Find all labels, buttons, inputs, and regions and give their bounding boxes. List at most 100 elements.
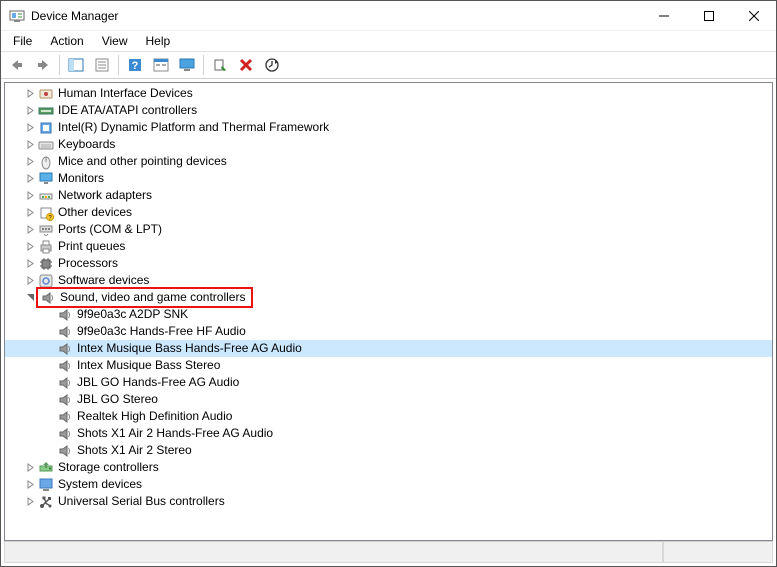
tree-item-label: Intex Musique Bass Hands-Free AG Audio [77,340,302,357]
tree-item-label: Realtek High Definition Audio [77,408,232,425]
tree-item[interactable]: JBL GO Stereo [5,391,772,408]
tree-item-label: Intex Musique Bass Stereo [77,357,220,374]
menu-help[interactable]: Help [138,33,179,49]
tree-item-label: Shots X1 Air 2 Hands-Free AG Audio [77,425,273,442]
tree-item-label: Storage controllers [58,459,159,476]
no-expander [43,326,55,338]
speaker-icon [57,324,73,340]
speaker-icon [57,409,73,425]
maximize-button[interactable] [686,1,731,30]
window-title: Device Manager [31,9,118,23]
expand-icon[interactable] [24,156,36,168]
expand-icon[interactable] [24,105,36,117]
uninstall-button[interactable] [234,54,258,76]
tree-item[interactable]: Monitors [5,170,772,187]
expand-icon[interactable] [24,122,36,134]
expand-icon[interactable] [24,462,36,474]
tree-item[interactable]: 9f9e0a3c A2DP SNK [5,306,772,323]
no-expander [43,377,55,389]
device-manager-window: Device Manager File Action View Help ? [0,0,777,567]
tree-item[interactable]: IDE ATA/ATAPI controllers [5,102,772,119]
no-expander [43,394,55,406]
tree-item[interactable]: Intex Musique Bass Stereo [5,357,772,374]
expand-icon[interactable] [24,207,36,219]
tree-item[interactable]: Keyboards [5,136,772,153]
tree-item[interactable]: JBL GO Hands-Free AG Audio [5,374,772,391]
tree-item-label: 9f9e0a3c A2DP SNK [77,306,188,323]
tree-item[interactable]: Universal Serial Bus controllers [5,493,772,510]
collapse-icon[interactable] [24,292,36,304]
update-driver-button[interactable] [260,54,284,76]
tree-item-label: JBL GO Stereo [77,391,158,408]
tree-item-label: Ports (COM & LPT) [58,221,162,238]
expand-icon[interactable] [24,479,36,491]
speaker-icon [57,341,73,357]
expand-icon[interactable] [24,190,36,202]
titlebar: Device Manager [1,1,776,31]
speaker-icon [57,375,73,391]
tree-item[interactable]: Processors [5,255,772,272]
ide-icon [38,103,54,119]
printer-icon [38,239,54,255]
no-expander [43,343,55,355]
speaker-icon [57,392,73,408]
mouse-icon [38,154,54,170]
expand-icon[interactable] [24,88,36,100]
device-tree[interactable]: Human Interface DevicesIDE ATA/ATAPI con… [5,83,772,540]
no-expander [43,360,55,372]
app-icon [9,8,25,24]
tree-item-label: Sound, video and game controllers [60,289,245,306]
network-icon [38,188,54,204]
tree-container: Human Interface DevicesIDE ATA/ATAPI con… [4,82,773,541]
tree-item[interactable]: Ports (COM & LPT) [5,221,772,238]
forward-button[interactable] [31,54,55,76]
expand-icon[interactable] [24,241,36,253]
help-button[interactable]: ? [123,54,147,76]
expand-icon[interactable] [24,139,36,151]
speaker-icon [57,443,73,459]
tree-item-label: Intel(R) Dynamic Platform and Thermal Fr… [58,119,329,136]
tree-item-label: Human Interface Devices [58,85,193,102]
content-frame: Human Interface DevicesIDE ATA/ATAPI con… [1,79,776,566]
expand-icon[interactable] [24,275,36,287]
monitor-button[interactable] [175,54,199,76]
port-icon [38,222,54,238]
show-hide-tree-button[interactable] [64,54,88,76]
svg-text:?: ? [132,60,139,72]
cpu-icon [38,256,54,272]
tree-item[interactable]: System devices [5,476,772,493]
tree-item[interactable]: 9f9e0a3c Hands-Free HF Audio [5,323,772,340]
scan-button[interactable] [208,54,232,76]
menu-view[interactable]: View [94,33,136,49]
expand-icon[interactable] [24,496,36,508]
storage-icon [38,460,54,476]
menu-action[interactable]: Action [42,33,91,49]
menubar: File Action View Help [1,31,776,51]
tree-item[interactable]: Mice and other pointing devices [5,153,772,170]
expand-icon[interactable] [24,258,36,270]
tree-item[interactable]: Realtek High Definition Audio [5,408,772,425]
action-button[interactable] [149,54,173,76]
status-cell [663,542,773,563]
expand-icon[interactable] [24,173,36,185]
expand-icon[interactable] [24,224,36,236]
tree-item[interactable]: ?Other devices [5,204,772,221]
tree-item[interactable]: Shots X1 Air 2 Stereo [5,442,772,459]
speaker-icon [57,358,73,374]
back-button[interactable] [5,54,29,76]
tree-item[interactable]: Shots X1 Air 2 Hands-Free AG Audio [5,425,772,442]
tree-item[interactable]: Sound, video and game controllers [5,289,772,306]
system-icon [38,477,54,493]
tree-item[interactable]: Intel(R) Dynamic Platform and Thermal Fr… [5,119,772,136]
speaker-icon [57,426,73,442]
intel-icon [38,120,54,136]
close-button[interactable] [731,1,776,30]
tree-item[interactable]: Intex Musique Bass Hands-Free AG Audio [5,340,772,357]
tree-item[interactable]: Network adapters [5,187,772,204]
tree-item[interactable]: Human Interface Devices [5,85,772,102]
tree-item[interactable]: Storage controllers [5,459,772,476]
menu-file[interactable]: File [5,33,40,49]
minimize-button[interactable] [641,1,686,30]
tree-item[interactable]: Print queues [5,238,772,255]
properties-button-1[interactable] [90,54,114,76]
